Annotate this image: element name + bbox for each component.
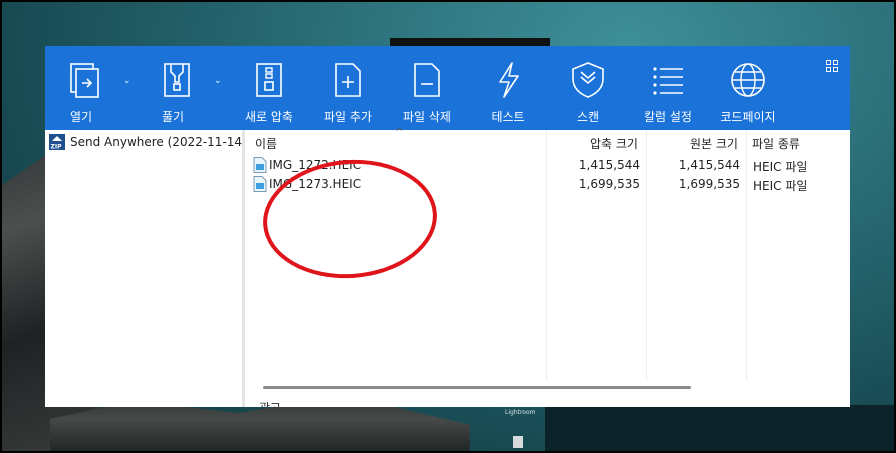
- image-file-icon: [253, 176, 267, 192]
- globe-icon: [731, 63, 765, 97]
- zip-archive-icon: ZIP: [49, 134, 65, 150]
- toolbar: 열기 ⌄ 풀기 ⌄ 새로 압축 파일 추가 파일 삭제 테스트 스캔 칼럼 설정…: [45, 46, 850, 130]
- new-archive-label: 새로 압축: [245, 110, 293, 124]
- compressed-size: 1,415,544: [578, 158, 640, 172]
- column-header-name-text: 이름: [255, 137, 278, 151]
- archive-name: Send Anywhere (2022-11-14 1: [70, 135, 254, 149]
- column-settings-icon: [653, 67, 683, 95]
- original-size: 1,415,544: [678, 158, 740, 172]
- ad-label: 광고: [259, 401, 281, 407]
- file-type: HEIC 파일: [753, 160, 808, 174]
- add-file-label: 파일 추가: [324, 110, 372, 124]
- extract-label: 풀기: [161, 110, 185, 124]
- lightroom-label: Lightroom: [505, 409, 536, 416]
- new-archive-icon: [256, 63, 282, 97]
- open-folder-icon: [70, 63, 99, 98]
- sort-ascending-icon: ^: [395, 127, 404, 138]
- codepage-label: 코드페이지: [720, 110, 776, 124]
- extract-icon: [164, 63, 190, 97]
- open-label: 열기: [69, 110, 93, 124]
- bandizip-window: 열기 ⌄ 풀기 ⌄ 새로 압축 파일 추가 파일 삭제 테스트 스캔 칼럼 설정…: [45, 46, 850, 407]
- ad-panel-toggle[interactable]: ⌄ 광고: [245, 399, 281, 407]
- background-dark-area: [545, 405, 896, 453]
- tree-item-archive[interactable]: ZIP Send Anywhere (2022-11-14 1: [49, 134, 254, 150]
- delete-file-icon: [414, 63, 440, 97]
- column-header-type[interactable]: 파일 종류: [752, 135, 800, 152]
- column-header-name[interactable]: 이름: [255, 135, 277, 152]
- scan-shield-icon: [572, 62, 604, 98]
- folder-tree: ZIP Send Anywhere (2022-11-14 1: [45, 130, 254, 407]
- horizontal-scrollbar-thumb[interactable]: [263, 386, 691, 389]
- column-header-original[interactable]: 원본 크기: [690, 135, 738, 152]
- delete-file-label: 파일 삭제: [403, 110, 451, 124]
- open-dropdown-chevron-icon[interactable]: ⌄: [123, 76, 131, 86]
- view-mode-icon[interactable]: [826, 60, 838, 72]
- file-type: HEIC 파일: [753, 179, 808, 193]
- original-size: 1,699,535: [678, 177, 740, 191]
- compressed-size: 1,699,535: [578, 177, 640, 191]
- column-header-compressed[interactable]: 압축 크기: [590, 135, 638, 152]
- add-file-icon: [335, 63, 361, 97]
- desktop-small-icon: [513, 436, 523, 448]
- column-settings-label: 칼럼 설정: [644, 110, 692, 124]
- scan-label: 스캔: [576, 110, 600, 124]
- image-file-icon: [253, 157, 267, 173]
- extract-dropdown-chevron-icon[interactable]: ⌄: [214, 76, 222, 86]
- test-label: 테스트: [491, 110, 525, 124]
- test-bolt-icon: [499, 62, 519, 98]
- svg-text:ZIP: ZIP: [51, 144, 63, 151]
